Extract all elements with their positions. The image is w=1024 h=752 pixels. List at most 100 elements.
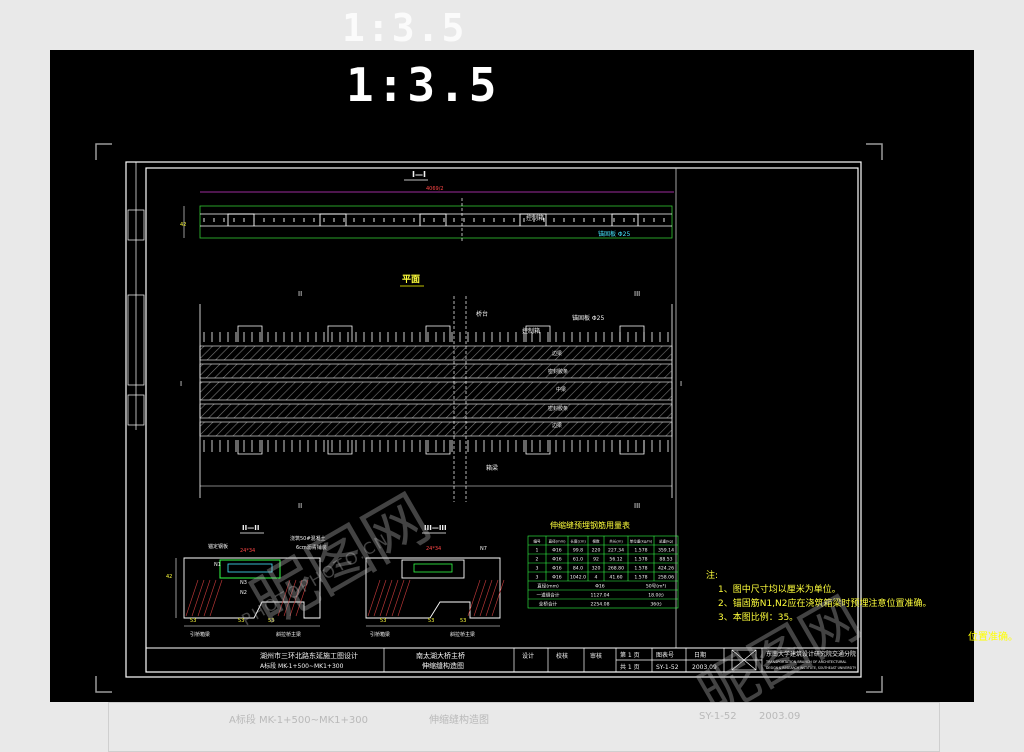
side-note: 位置准确。 [968,632,1018,643]
cut-I-left: I [180,380,182,388]
table-footer-cell: 一道缝合计 [537,592,560,599]
svg-text:53: 53 [380,618,386,624]
project-line2: A标段 MK-1+500~MK1+300 [260,662,344,670]
plan-anchor-plate-label: 锚固板 Φ25 [572,314,604,322]
table-footer-cell: 直径(mm) [537,583,559,590]
svg-text:N7: N7 [480,546,487,552]
table-cell: 56.12 [609,557,622,563]
table-cell: 1.578 [634,557,647,563]
table-cell: 3 [536,575,539,581]
sec2-title: II—II [242,524,259,532]
table-cell: 3 [536,566,539,572]
edge-beam-label-1: 边梁 [552,350,562,357]
table-cell: 1 [536,548,539,554]
table-cell: 根数 [592,539,600,544]
svg-text:N2: N2 [240,590,247,596]
design-label: 设计 [522,652,534,660]
table-cell: 268.80 [608,566,624,572]
svg-text:53: 53 [460,618,466,624]
table-cell: 1.578 [634,566,647,572]
svg-text:42: 42 [166,574,172,580]
drawing-line1: 南太湖大桥主桥 [416,651,465,660]
rebar-table: 伸缩缝预埋钢筋用量表 编号 直径(mm) 长度(cm) 根数 共长(m) 单位重(kg/m… [527,520,679,609]
svg-text:53: 53 [428,618,434,624]
table-cell: 220 [592,548,601,554]
drawing-no-label: 图表号 [656,651,674,659]
notes-title: 注: [706,569,718,581]
cut-II-bottom: II [298,502,302,510]
ghost-drawing-line: 伸缩缝构造图 [429,715,489,726]
table-footer-cell: Φ16 [595,584,605,590]
seal-strip-label-2: 密封胶条 [548,405,568,412]
table-cell: 1.578 [634,548,647,554]
page-label: 第 1 页 [620,651,640,659]
anchor-beam-label: 箱梁 [486,464,498,472]
table-cell: 320 [592,566,601,572]
table-cell: 单位重(kg/m) [630,539,653,544]
elevation-view: I—I 4069/2 42 控制箱 锚固板 Φ25 [180,170,674,242]
plan-view: 平面 II III II III I I 桥台 控制箱 锚固板 Φ25 边梁 密… [180,274,682,510]
table-cell: 4 [595,575,598,581]
table-cell: 长度(cm) [570,539,586,544]
ghost-scale-label: 1:3.5 [342,6,467,48]
anchor-rebar-label: 锚定钢板 [208,543,228,550]
cut-III-bottom: III [634,502,640,510]
dim-left: 42 [180,222,186,228]
edge-beam-label-2: 边梁 [552,422,562,429]
total-label: 共 1 页 [620,663,640,671]
table-footer-cell: 2254.08 [591,602,610,608]
table-cell: 2 [536,557,539,563]
table-cell: 99.8 [573,548,583,554]
middle-beam-label: 中梁 [556,386,566,393]
table-cell: Φ16 [552,566,562,572]
table-cell: 424.26 [658,566,674,572]
approach-box-label: 引桥箱梁 [190,631,210,638]
svg-text:53: 53 [190,618,196,624]
table-footer-cell: 1127.04 [591,593,610,599]
table-cell: 1042.0 [570,575,586,581]
check-label: 校核 [556,652,568,660]
approach-box-label-3: 引桥箱梁 [370,631,390,638]
project-line1: 湖州市三环北路东延施工图设计 [260,651,358,660]
table-cell: 直径(mm) [549,539,567,544]
table-footer-cell: 18.0(t) [648,593,664,599]
table-footer-cell: 36(t) [650,602,661,608]
ghost-title-block: A标段 MK-1+500~MK1+300 伸缩缝构造图 SY-1-52 2003… [108,702,940,752]
table-cell: Φ16 [552,575,562,581]
drawing-line2: 伸缩缝构造图 [422,661,464,670]
table-cell: 总重(kg) [659,539,674,544]
elev-anchor-plate-label: 锚固板 Φ25 [598,230,630,238]
table-cell: 共长(m) [609,539,623,544]
table-cell: Φ16 [552,548,562,554]
table-cell: 88.53 [659,557,672,563]
dim-top: 4069/2 [426,186,444,192]
table-cell: 92 [593,557,599,563]
table-title: 伸缩缝预埋钢筋用量表 [550,520,630,530]
pier-cap-label: 桥台 [476,310,488,318]
table-footer-cell: 50号(m³) [646,584,667,590]
table-cell: 编号 [533,539,541,544]
ghost-date: 2003.09 [759,711,801,722]
drawing-no: SY-1-52 [656,664,679,671]
seal-strip-label-1: 密封胶条 [548,368,568,375]
table-footer-cell: 全桥合计 [539,601,558,608]
svg-text:N1: N1 [214,562,221,568]
cut-II-top: II [298,290,302,298]
review-label: 审核 [590,652,602,660]
cut-III-top: III [634,290,640,298]
table-cell: 41.60 [609,575,622,581]
table-cell: 258.06 [658,575,674,581]
table-cell: Φ16 [552,557,562,563]
cut-I-right: I [680,380,682,388]
plan-title: 平面 [402,274,420,285]
table-cell: 61.0 [573,557,583,563]
table-cell: 84.0 [573,566,583,572]
table-cell: 1.578 [634,575,647,581]
ghost-project-line: A标段 MK-1+500~MK1+300 [229,715,368,726]
table-cell: 359.14 [658,548,674,554]
table-cell: 227.34 [608,548,624,554]
elev-control-box-label: 控制箱 [526,214,544,222]
plan-control-box-label: 控制箱 [522,327,540,335]
binding-strip [127,162,145,430]
main-box-label-3: 斜拉桥主梁 [450,631,475,638]
